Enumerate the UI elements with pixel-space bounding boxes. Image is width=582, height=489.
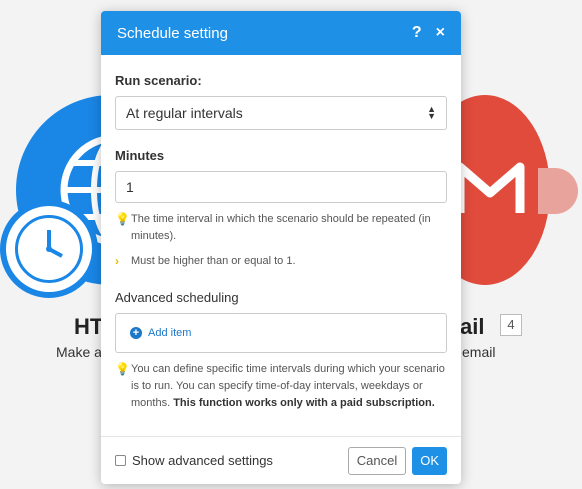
http-module-subtitle: Make a bbox=[56, 344, 102, 360]
advanced-scheduling-hint-text: You can define specific time intervals d… bbox=[131, 361, 447, 412]
run-scenario-label: Run scenario: bbox=[115, 73, 202, 88]
dialog-body: Run scenario: At regular intervals ▲ ▼ Mi… bbox=[101, 55, 461, 412]
advanced-scheduling-hint: 💡 You can define specific time intervals… bbox=[115, 361, 447, 412]
minutes-hint: 💡 The time interval in which the scenari… bbox=[115, 211, 447, 245]
module-id-badge: 4 bbox=[500, 314, 522, 336]
schedule-setting-dialog: Schedule setting ? × Run scenario: At re… bbox=[101, 11, 461, 484]
minutes-label: Minutes bbox=[115, 148, 165, 163]
help-icon[interactable]: ? bbox=[412, 24, 422, 42]
email-module-title: ail bbox=[460, 314, 485, 339]
dialog-header: Schedule setting ? × bbox=[101, 11, 461, 55]
minutes-hint-text: The time interval in which the scenario … bbox=[131, 213, 431, 242]
clock-face bbox=[15, 215, 83, 283]
lightbulb-icon: 💡 bbox=[115, 212, 130, 226]
add-item-link[interactable]: Add item bbox=[148, 327, 191, 339]
clock-icon[interactable] bbox=[0, 200, 98, 298]
advanced-scheduling-label: Advanced scheduling bbox=[115, 290, 239, 305]
advanced-scheduling-section: Advanced scheduling + Add item 💡 You can… bbox=[115, 290, 447, 412]
plus-circle-icon[interactable]: + bbox=[130, 327, 142, 339]
module-connector bbox=[538, 168, 578, 214]
show-advanced-label: Show advanced settings bbox=[132, 453, 273, 468]
lightbulb-icon: 💡 bbox=[115, 362, 130, 376]
dialog-footer: Show advanced settings Cancel OK bbox=[101, 436, 461, 484]
close-icon[interactable]: × bbox=[436, 24, 445, 42]
http-module-title: HT bbox=[74, 314, 104, 339]
select-arrows-icon: ▲ ▼ bbox=[427, 104, 436, 121]
minutes-input[interactable]: 1 bbox=[115, 171, 447, 203]
ok-button[interactable]: OK bbox=[412, 446, 447, 475]
paid-subscription-note: This function works only with a paid sub… bbox=[173, 397, 435, 409]
run-scenario-select[interactable]: At regular intervals ▲ ▼ bbox=[115, 96, 447, 130]
add-item-box: + Add item bbox=[115, 313, 447, 353]
show-advanced-toggle[interactable]: Show advanced settings bbox=[115, 453, 348, 468]
cancel-button[interactable]: Cancel bbox=[347, 446, 407, 475]
run-scenario-value: At regular intervals bbox=[126, 105, 243, 121]
minutes-validation: › Must be higher than or equal to 1. bbox=[115, 253, 447, 270]
clock-hands-icon bbox=[46, 230, 63, 258]
chevron-right-icon: › bbox=[115, 254, 119, 268]
email-module-subtitle: email bbox=[462, 344, 496, 360]
checkbox-icon[interactable] bbox=[115, 455, 126, 466]
dialog-title: Schedule setting bbox=[117, 24, 228, 42]
minutes-validation-text: Must be higher than or equal to 1. bbox=[131, 255, 296, 267]
